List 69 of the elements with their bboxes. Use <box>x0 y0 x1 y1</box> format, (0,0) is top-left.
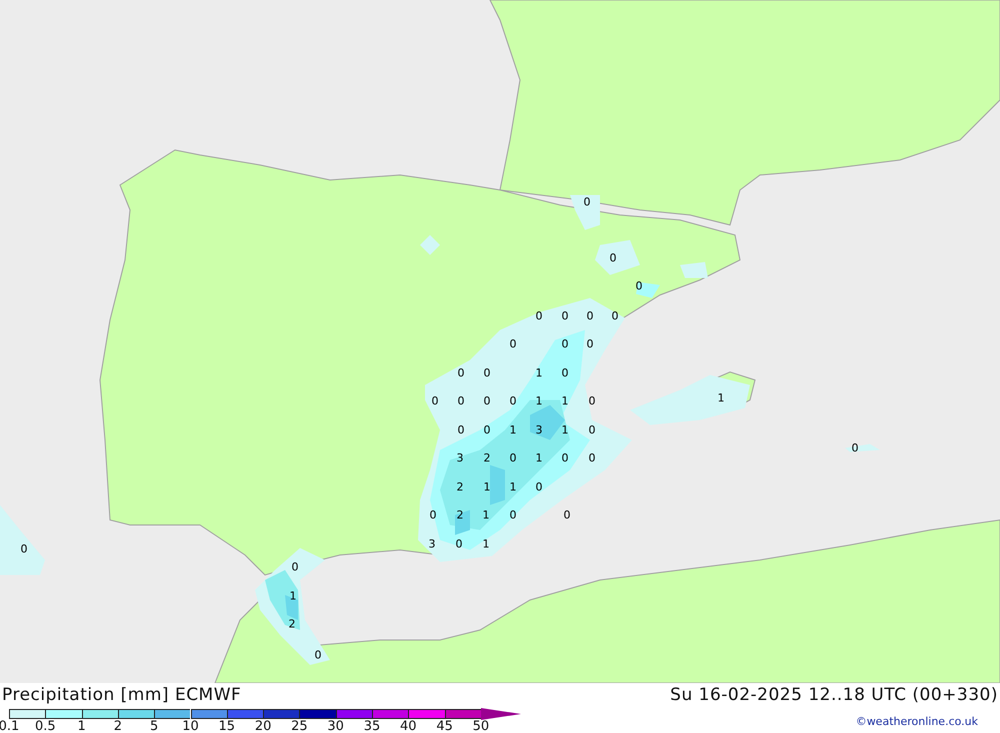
precipitation-value: 1 <box>482 510 490 520</box>
map-title: Precipitation [mm] ECMWF <box>2 685 242 705</box>
precipitation-value: 0 <box>562 452 568 464</box>
precipitation-value: 0 <box>586 310 594 322</box>
precipitation-value: 0 <box>588 424 596 436</box>
precipitation-value: 1 <box>718 392 724 404</box>
precipitation-value: 1 <box>536 368 542 378</box>
precipitation-value: 0 <box>510 510 516 520</box>
precipitation-value: 0 <box>430 510 436 520</box>
precipitation-value: 1 <box>562 396 568 406</box>
legend-label: 2 <box>114 720 122 733</box>
precipitation-value: 0 <box>458 396 464 406</box>
precipitation-value: 0 <box>510 396 516 406</box>
legend-arrow-icon <box>480 708 521 720</box>
precipitation-value: 3 <box>536 424 542 436</box>
precipitation-value: 0 <box>484 368 490 378</box>
precipitation-value: 0 <box>612 310 618 322</box>
precipitation-value: 0 <box>536 482 542 492</box>
precipitation-value: 3 <box>428 538 436 550</box>
legend-label: 15 <box>218 720 236 733</box>
precipitation-value: 0 <box>292 562 298 572</box>
valid-time: Su 16-02-2025 12..18 UTC (00+330) <box>670 685 998 705</box>
precipitation-value: 0 <box>510 452 516 464</box>
legend-label: 50 <box>472 720 490 733</box>
precipitation-value: 1 <box>484 482 490 492</box>
precipitation-value: 0 <box>20 544 28 554</box>
precipitation-value: 1 <box>510 482 516 492</box>
legend-label: 35 <box>364 720 380 733</box>
legend-label: 1 <box>77 720 86 733</box>
precipitation-value: 0 <box>314 650 322 660</box>
precipitation-value: 0 <box>484 396 490 406</box>
legend-label: 10 <box>182 720 199 733</box>
legend-label: 40 <box>400 720 417 733</box>
precipitation-value: 0 <box>584 196 590 208</box>
precipitation-value: 0 <box>610 252 616 264</box>
legend-label: 25 <box>291 720 308 733</box>
precipitation-value: 0 <box>588 452 596 464</box>
precipitation-value: 2 <box>456 510 464 520</box>
precipitation-value: 0 <box>458 424 464 436</box>
precipitation-value: 0 <box>636 280 642 292</box>
precipitation-value: 0 <box>484 424 490 436</box>
precipitation-value: 1 <box>290 590 296 602</box>
precipitation-value: 0 <box>562 368 568 378</box>
precipitation-value: 1 <box>482 538 490 550</box>
precipitation-value: 2 <box>456 482 464 492</box>
precipitation-value: 1 <box>510 424 516 436</box>
precipitation-value: 2 <box>288 618 296 630</box>
precipitation-value: 0 <box>432 396 438 406</box>
legend-label: 30 <box>327 720 344 733</box>
credit-text: ©weatheronline.co.uk <box>856 715 978 728</box>
precipitation-value: 0 <box>510 338 516 350</box>
legend-label: 45 <box>436 720 453 733</box>
precipitation-value: 0 <box>852 442 858 454</box>
precipitation-value: 0 <box>562 338 568 350</box>
legend-label: 5 <box>150 720 158 733</box>
legend-label: 20 <box>254 720 272 733</box>
precipitation-value: 0 <box>586 338 594 350</box>
legend-label: 0.5 <box>34 720 56 733</box>
precipitation-value: 2 <box>484 452 490 464</box>
precipitation-value: 0 <box>564 510 570 520</box>
precipitation-value: 0 <box>588 396 596 406</box>
precipitation-value: 1 <box>536 452 542 464</box>
precipitation-value: 1 <box>536 396 542 406</box>
precipitation-value: 0 <box>562 310 568 322</box>
precipitation-value: 0 <box>456 538 462 550</box>
precipitation-value: 1 <box>562 424 568 436</box>
precipitation-value: 0 <box>536 310 542 322</box>
precipitation-value: 0 <box>458 368 464 378</box>
precipitation-value: 3 <box>456 452 464 464</box>
